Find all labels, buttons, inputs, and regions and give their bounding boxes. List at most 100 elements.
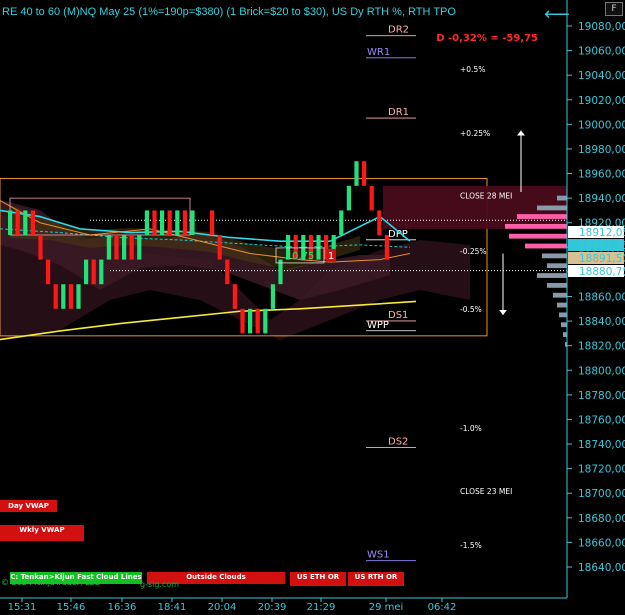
price-tags: 18912,0518901,3118891,5018880,75 — [568, 226, 625, 278]
y-tick-label: 19060,00 — [578, 46, 625, 58]
y-tick-label: 18840,00 — [578, 316, 625, 328]
down-brick — [152, 210, 157, 236]
up-brick — [270, 284, 275, 309]
y-tick-label: 18740,00 — [578, 439, 625, 451]
pivot-label: DR2 — [388, 25, 409, 36]
down-brick — [384, 235, 389, 260]
down-brick — [68, 284, 73, 309]
session-close-levels: CLOSE 28 MEI CLOSE 23 MEI — [383, 185, 567, 496]
profile-bar — [505, 223, 567, 229]
x-tick-label: 29 mei — [369, 602, 404, 613]
y-tick-label: 18700,00 — [578, 488, 625, 500]
y-tick-label: 18760,00 — [578, 414, 625, 426]
percent-label: -0.5% — [460, 305, 482, 314]
y-tick-label: 18680,00 — [578, 513, 625, 525]
profile-bar — [561, 322, 567, 328]
y-tick-label: 18780,00 — [578, 390, 625, 402]
chart-title: RE 40 to 60 (M)NQ May 25 (1%=190p=$380) … — [2, 6, 456, 18]
down-arrow-head — [499, 309, 507, 315]
profile-bar — [537, 273, 567, 278]
time-axis[interactable]: 15:31 15:46 16:36 18:41 20:04 20:39 21:29 29 me… — [8, 598, 457, 613]
down-brick — [217, 235, 222, 260]
down-brick — [377, 210, 382, 236]
wkly-vwap-button[interactable]: Wkly VWAP — [0, 525, 84, 541]
profile-bar — [542, 253, 567, 259]
down-brick — [53, 284, 58, 309]
y-tick-label: 18800,00 — [578, 365, 625, 377]
y-tick-label: 18640,00 — [578, 562, 625, 574]
pivot-label: WPP — [367, 320, 389, 331]
percent-label: +0.5% — [460, 65, 485, 74]
pivot-label: WS1 — [367, 550, 390, 561]
up-brick — [122, 235, 127, 260]
down-brick — [167, 210, 172, 236]
site-watermark: g-sig.com — [140, 580, 180, 589]
down-brick — [369, 185, 374, 211]
up-brick — [61, 284, 66, 309]
down-brick — [240, 308, 245, 334]
profile-bar — [547, 263, 567, 269]
x-tick-label: 16:36 — [108, 602, 137, 613]
copyright-watermark: © 2024 NinjaTrader, LLC — [1, 578, 100, 587]
up-brick — [354, 161, 359, 186]
y-tick-label: 19000,00 — [578, 119, 625, 131]
x-tick-label: 18:41 — [158, 602, 187, 613]
y-tick-label: 18960,00 — [578, 169, 625, 181]
back-arrow-icon[interactable]: ⟵ — [544, 6, 570, 24]
percent-label: -1.0% — [460, 424, 482, 433]
up-brick — [84, 259, 89, 285]
up-brick — [23, 210, 28, 236]
up-brick — [76, 284, 81, 309]
day-vwap-button[interactable]: Day VWAP — [0, 500, 57, 512]
up-brick — [339, 210, 344, 236]
us-rth-or-button[interactable]: US RTH OR — [348, 572, 404, 586]
corner-f-button[interactable]: F — [605, 2, 623, 16]
price-axis[interactable]: 19080,00 19060,00 19040,00 19020,00 19000,00… — [567, 21, 625, 574]
profile-bar — [557, 195, 567, 201]
profile-bar — [537, 205, 567, 211]
profile-bar — [547, 282, 567, 288]
percent-label: +0.25% — [460, 129, 490, 138]
y-tick-label: 18860,00 — [578, 292, 625, 304]
y-tick-label: 18980,00 — [578, 144, 625, 156]
profile-bar — [563, 332, 567, 337]
pivot-label: WR1 — [367, 47, 390, 58]
session-label: CLOSE 28 MEI — [460, 192, 512, 201]
box-annotation: 10,75 1 — [275, 247, 336, 264]
profile-bar — [509, 233, 567, 239]
y-tick-label: 18940,00 — [578, 193, 625, 205]
up-brick — [248, 308, 253, 334]
down-brick — [38, 235, 43, 260]
profile-bar — [557, 302, 567, 308]
up-brick — [106, 235, 111, 260]
x-tick-label: 06:42 — [428, 602, 457, 613]
down-brick — [362, 161, 367, 186]
price-chart[interactable]: RE 40 to 60 (M)NQ May 25 (1%=190p=$380) … — [0, 0, 625, 615]
y-tick-label: 18820,00 — [578, 341, 625, 353]
us-eth-or-button[interactable]: US ETH OR — [290, 572, 346, 586]
x-tick-label: 15:31 — [8, 602, 37, 613]
down-brick — [46, 259, 51, 285]
profile-bar — [517, 214, 567, 219]
down-brick — [30, 210, 35, 236]
x-tick-label: 20:04 — [208, 602, 237, 613]
box-count: 1 — [328, 251, 334, 262]
up-brick — [160, 210, 165, 236]
up-brick — [144, 210, 149, 236]
percent-label: -1.5% — [460, 541, 482, 550]
up-brick — [137, 235, 142, 260]
pivot-label: DS1 — [388, 310, 408, 321]
down-brick — [15, 210, 20, 236]
up-brick — [263, 308, 268, 334]
up-brick — [99, 259, 104, 285]
pivot-label: DS2 — [388, 437, 408, 448]
up-brick — [8, 210, 13, 236]
profile-bar — [525, 243, 567, 249]
down-brick — [114, 235, 119, 260]
percent-label: -0.25% — [460, 247, 487, 256]
pivot-label: DR1 — [388, 107, 409, 118]
y-tick-label: 19080,00 — [578, 21, 625, 33]
price-tag-label: 18901,31 — [579, 240, 625, 252]
down-brick — [129, 235, 134, 260]
percent-levels: +0.5% +0.25% -0.25% -0.5% -1.0% -1.5% — [460, 65, 490, 550]
